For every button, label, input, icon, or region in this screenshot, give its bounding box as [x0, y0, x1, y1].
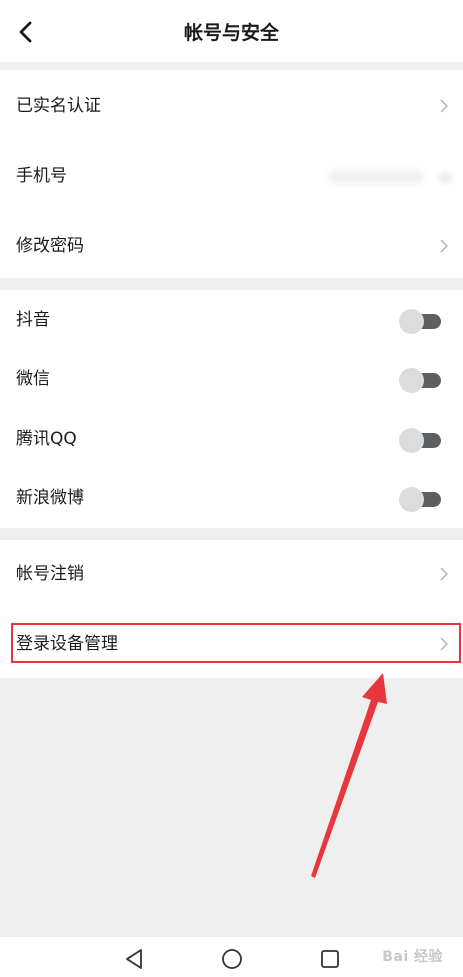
chevron-right-icon — [440, 637, 449, 651]
wechat-toggle[interactable] — [399, 368, 441, 393]
list-item-label: 抖音 — [16, 310, 50, 330]
douyin-toggle[interactable] — [399, 309, 441, 334]
nav-back-button[interactable] — [122, 947, 146, 971]
list-item-login-device-management[interactable]: 登录设备管理 — [0, 614, 463, 674]
chevron-right-icon — [440, 99, 449, 113]
qq-toggle[interactable] — [399, 428, 441, 453]
list-item-label: 已实名认证 — [16, 96, 101, 116]
toggle-knob — [399, 368, 424, 393]
back-triangle-icon — [126, 949, 142, 969]
masked-phone-value — [328, 170, 424, 184]
nav-home-button[interactable] — [220, 947, 244, 971]
list-item-label: 新浪微博 — [16, 488, 84, 508]
chevron-right-icon — [440, 567, 449, 581]
page-title: 帐号与安全 — [183, 22, 279, 44]
list-item-real-name[interactable]: 已实名认证 — [0, 76, 463, 136]
weibo-toggle[interactable] — [399, 487, 441, 512]
account-management-group: 帐号注销 登录设备管理 — [0, 540, 463, 678]
list-item-wechat: 微信 — [0, 349, 463, 409]
toggle-knob — [399, 309, 424, 334]
masked-phone-value-end — [438, 172, 452, 184]
toggle-knob — [399, 428, 424, 453]
list-item-label: 帐号注销 — [16, 564, 84, 584]
account-info-group: 已实名认证 手机号 修改密码 — [0, 70, 463, 278]
list-item-weibo: 新浪微博 — [0, 468, 463, 528]
list-item-deactivate-account[interactable]: 帐号注销 — [0, 544, 463, 604]
top-app-bar: 帐号与安全 — [0, 0, 463, 62]
list-item-label: 修改密码 — [16, 236, 84, 256]
list-item-label: 微信 — [16, 369, 50, 389]
list-item-label: 登录设备管理 — [16, 634, 118, 654]
watermark-logo: Bai 经验 — [382, 949, 443, 965]
list-item-qq: 腾讯QQ — [0, 409, 463, 469]
toggle-knob — [399, 487, 424, 512]
home-circle-icon — [222, 949, 242, 969]
back-button[interactable] — [10, 14, 42, 50]
chevron-right-icon — [440, 239, 449, 253]
third-party-binding-group: 抖音 微信 腾讯QQ 新浪微博 — [0, 290, 463, 528]
list-item-douyin: 抖音 — [0, 290, 463, 350]
list-item-phone[interactable]: 手机号 — [0, 146, 463, 206]
chevron-left-icon — [19, 21, 32, 43]
list-item-label: 手机号 — [16, 166, 67, 186]
nav-recents-button[interactable] — [318, 947, 342, 971]
recents-square-icon — [321, 950, 339, 968]
list-item-label: 腾讯QQ — [16, 429, 77, 449]
list-item-change-password[interactable]: 修改密码 — [0, 216, 463, 276]
